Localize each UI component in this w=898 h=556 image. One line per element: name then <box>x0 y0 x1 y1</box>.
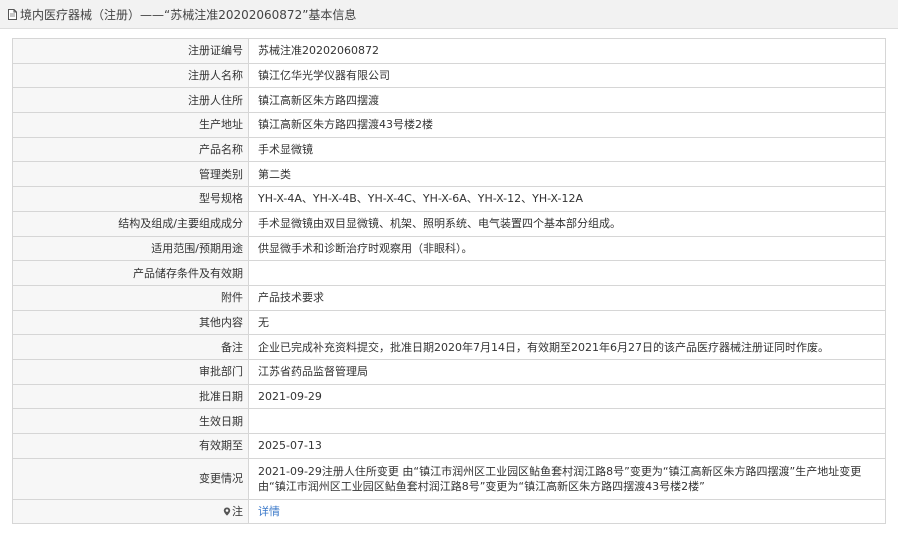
field-value: 无 <box>248 309 886 336</box>
change-label: 变更情况 <box>12 457 249 500</box>
field-label: 型号规格 <box>12 186 249 212</box>
page-title: 境内医疗器械（注册）——“苏械注准20202060872”基本信息 <box>20 7 357 22</box>
field-value: 2021-09-29 <box>248 383 886 410</box>
field-value: 产品技术要求 <box>248 284 886 311</box>
field-label: 生效日期 <box>12 408 249 434</box>
table-row: 其他内容无 <box>12 309 886 336</box>
table-row: 有效期至 2025-07-13 <box>12 433 886 459</box>
field-label: 适用范围/预期用途 <box>12 235 249 262</box>
field-label: 批准日期 <box>12 383 249 410</box>
table-row: 备注 企业已完成补充资料提交，批准日期2020年7月14日，有效期至2021年6月… <box>12 334 886 360</box>
field-label: 生产地址 <box>12 112 249 138</box>
field-value: 手术显微镜由双目显微镜、机架、照明系统、电气装置四个基本部分组成。 <box>248 210 886 237</box>
field-label: 审批部门 <box>12 358 249 385</box>
table-row: 批准日期 2021-09-29 <box>12 383 886 410</box>
field-label: 产品储存条件及有效期 <box>12 260 249 286</box>
field-label: 注册人住所 <box>12 87 249 114</box>
field-value: YH-X-4A、YH-X-4B、YH-X-4C、YH-X-6A、YH-X-12、… <box>248 186 886 212</box>
field-label: 注册人名称 <box>12 62 249 89</box>
table-row: 产品储存条件及有效期 <box>12 260 886 286</box>
table-row: 审批部门 江苏省药品监督管理局 <box>12 358 886 385</box>
field-label: 注册证编号 <box>12 38 249 64</box>
table-row: 附件 产品技术要求 <box>12 284 886 311</box>
note-label: 注 <box>232 505 243 519</box>
table-row: 注册证编号 苏械注准20202060872 <box>12 38 886 64</box>
change-value: 2021-09-29注册人住所变更 由“镇江市润州区工业园区鲇鱼套村润江路8号”… <box>248 457 886 500</box>
note-row: 注 详情 <box>12 498 886 525</box>
location-pin-icon <box>223 507 231 516</box>
field-value: 江苏省药品监督管理局 <box>248 358 886 385</box>
field-label: 附件 <box>12 284 249 311</box>
info-table: 注册证编号 苏械注准20202060872 注册人名称 镇江亿华光学仪器有限公司 注册人… <box>12 38 886 525</box>
table-row: 型号规格 YH-X-4A、YH-X-4B、YH-X-4C、YH-X-6A、YH-X… <box>12 186 886 212</box>
field-value: 手术显微镜 <box>248 136 886 163</box>
field-label: 备注 <box>12 334 249 360</box>
field-label: 结构及组成/主要组成成分 <box>12 210 249 237</box>
field-value: 2025-07-13 <box>248 433 886 459</box>
field-value: 第二类 <box>248 161 886 188</box>
field-value: 镇江高新区朱方路四摆渡 <box>248 87 886 114</box>
details-link[interactable]: 详情 <box>258 505 280 518</box>
field-label: 产品名称 <box>12 136 249 163</box>
field-label: 其他内容 <box>12 309 249 336</box>
field-value: 镇江高新区朱方路四摆渡43号楼2楼 <box>248 112 886 138</box>
change-row: 变更情况 2021-09-29注册人住所变更 由“镇江市润州区工业园区鲇鱼套村润江… <box>12 457 886 500</box>
table-row: 生产地址 镇江高新区朱方路四摆渡43号楼2楼 <box>12 112 886 138</box>
document-icon <box>8 8 17 20</box>
table-row: 产品名称 手术显微镜 <box>12 136 886 163</box>
field-value: 供显微手术和诊断治疗时观察用（非眼科）。 <box>248 235 886 262</box>
table-row: 管理类别 第二类 <box>12 161 886 188</box>
page-header: 境内医疗器械（注册）——“苏械注准20202060872”基本信息 <box>0 0 898 29</box>
table-row: 注册人名称 镇江亿华光学仪器有限公司 <box>12 62 886 89</box>
note-label-cell: 注 <box>12 498 249 525</box>
field-value: 苏械注准20202060872 <box>248 38 886 64</box>
table-row: 注册人住所 镇江高新区朱方路四摆渡 <box>12 87 886 114</box>
field-value <box>248 260 886 286</box>
table-row: 结构及组成/主要组成成分 手术显微镜由双目显微镜、机架、照明系统、电气装置四个基本… <box>12 210 886 237</box>
field-value <box>248 408 886 434</box>
field-value: 企业已完成补充资料提交，批准日期2020年7月14日，有效期至2021年6月27… <box>248 334 886 360</box>
field-label: 管理类别 <box>12 161 249 188</box>
table-row: 生效日期 <box>12 408 886 434</box>
note-value: 详情 <box>248 498 886 525</box>
table-row: 适用范围/预期用途 供显微手术和诊断治疗时观察用（非眼科）。 <box>12 235 886 262</box>
field-label: 有效期至 <box>12 433 249 459</box>
field-value: 镇江亿华光学仪器有限公司 <box>248 62 886 89</box>
